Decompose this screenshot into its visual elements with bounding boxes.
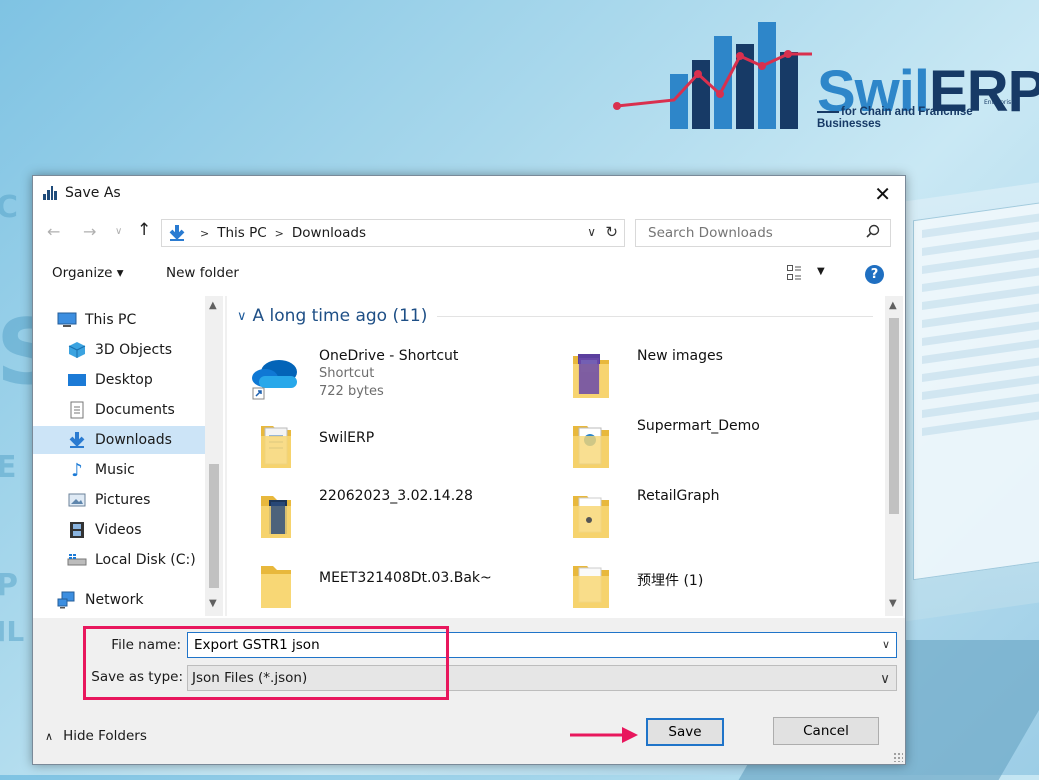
chevron-right-icon: > [274, 226, 284, 240]
address-row: ← → ∨ ↑ > This PC > Downloads ∨ ↻ [33, 216, 905, 248]
view-options-icon[interactable] [787, 265, 801, 281]
nav-scroll-thumb[interactable] [209, 464, 219, 588]
background-text: E [0, 450, 17, 485]
title-bar: Save As [33, 176, 905, 210]
download-icon [67, 431, 87, 449]
folder-icon [573, 496, 609, 538]
chevron-right-icon: > [200, 226, 210, 240]
background-text: IL [0, 615, 25, 648]
view-dropdown-icon[interactable]: ▼ [817, 266, 825, 277]
list-item[interactable]: 22062023_3.02.14.28 [251, 482, 551, 546]
group-header[interactable]: ∨ A long time ago (11) [237, 306, 873, 326]
chevron-down-icon[interactable]: ∨ [587, 225, 596, 239]
cancel-button[interactable]: Cancel [773, 717, 879, 745]
music-note-icon: ♪ [71, 459, 83, 481]
nav-scrollbar[interactable]: ▲ ▼ [205, 296, 223, 616]
file-name-input[interactable] [192, 633, 856, 657]
list-item[interactable]: SwilERP [251, 412, 551, 476]
search-box[interactable] [635, 219, 891, 247]
folder-icon [261, 496, 291, 538]
folder-icon [573, 354, 609, 398]
list-item[interactable]: 预埋件 (1) [569, 552, 869, 616]
breadcrumb-downloads[interactable]: Downloads [292, 225, 366, 241]
background-laptop [893, 176, 1039, 624]
list-item[interactable]: OneDrive - Shortcut Shortcut 722 bytes [251, 342, 551, 406]
brand-edition: Enterprise [984, 99, 1015, 106]
background-text: C [0, 190, 19, 225]
list-item[interactable]: MEET321408Dt.03.Bak~ [251, 552, 551, 616]
file-name-field[interactable]: ∨ [187, 632, 897, 658]
list-item[interactable]: RetailGraph [569, 482, 869, 546]
nav-item-network[interactable]: Network [57, 586, 229, 614]
drive-icon [67, 551, 87, 569]
forward-arrow-icon[interactable]: → [83, 222, 96, 241]
navigation-pane: This PC 3D Objects Desktop Documents Dow… [33, 296, 225, 616]
list-item[interactable]: Supermart_Demo [569, 412, 869, 476]
app-icon [43, 186, 57, 200]
brand-tagline: for Chain and Franchise Businesses [817, 106, 1022, 130]
logo-chart-icon [613, 22, 812, 129]
file-name-label: File name: [111, 637, 181, 653]
back-arrow-icon[interactable]: ← [47, 222, 60, 241]
dialog-title: Save As [65, 185, 121, 201]
nav-item-this-pc[interactable]: This PC [57, 306, 229, 334]
search-icon[interactable] [866, 224, 880, 238]
film-icon [67, 521, 87, 539]
onedrive-icon [252, 360, 297, 400]
folder-icon [261, 426, 291, 468]
hide-folders-toggle[interactable]: ∧ Hide Folders [45, 728, 147, 744]
nav-item-downloads[interactable]: Downloads [33, 426, 205, 454]
brand-logo: SwilERP Enterprise for Chain and Franchi… [612, 14, 1039, 149]
save-button[interactable]: Save [646, 718, 724, 746]
up-arrow-icon[interactable]: ↑ [137, 220, 151, 240]
chevron-down-icon[interactable]: ∨ [880, 671, 890, 687]
desktop-icon [67, 371, 87, 389]
background-text: P [0, 568, 18, 603]
file-list-scroll-thumb[interactable] [889, 318, 899, 514]
folder-icon [261, 566, 291, 608]
organize-button[interactable]: Organize ▾ [52, 265, 124, 281]
folder-icon [573, 426, 609, 468]
address-bar[interactable]: > This PC > Downloads ∨ ↻ [161, 219, 625, 247]
save-type-label: Save as type: [91, 669, 183, 685]
scroll-down-icon[interactable]: ▼ [889, 598, 897, 609]
refresh-icon[interactable]: ↻ [605, 223, 618, 241]
file-list-pane: ∨ A long time ago (11) OneDrive - Shortc… [227, 296, 905, 616]
save-type-select[interactable]: Json Files (*.json) ∨ [187, 665, 897, 691]
new-folder-button[interactable]: New folder [166, 265, 239, 281]
download-icon [169, 225, 185, 241]
search-input[interactable] [646, 224, 850, 242]
resize-grip-icon[interactable] [893, 752, 903, 762]
help-icon[interactable]: ? [865, 265, 884, 284]
cube-icon [67, 341, 87, 359]
file-list-scrollbar[interactable]: ▲ ▼ [885, 296, 903, 616]
chevron-down-icon[interactable]: ∨ [237, 309, 247, 324]
save-as-dialog: Save As ✕ ← → ∨ ↑ > This PC > Downloads … [32, 175, 906, 765]
command-bar: Organize ▾ New folder ▼ ? [33, 260, 905, 290]
network-icon [57, 591, 77, 609]
chevron-up-icon: ∧ [45, 729, 54, 743]
pictures-icon [67, 491, 87, 509]
scroll-up-icon[interactable]: ▲ [209, 300, 217, 311]
pc-icon [57, 311, 77, 329]
chevron-down-icon[interactable]: ∨ [882, 638, 890, 651]
close-icon[interactable]: ✕ [874, 182, 891, 206]
scroll-up-icon[interactable]: ▲ [889, 300, 897, 311]
folder-icon [573, 566, 609, 608]
recent-chevron-icon[interactable]: ∨ [115, 226, 122, 237]
list-item[interactable]: New images [569, 342, 869, 406]
breadcrumb-this-pc[interactable]: This PC [217, 225, 266, 241]
scroll-down-icon[interactable]: ▼ [209, 598, 217, 609]
document-icon [67, 401, 87, 419]
annotation-arrow-icon [570, 727, 638, 743]
